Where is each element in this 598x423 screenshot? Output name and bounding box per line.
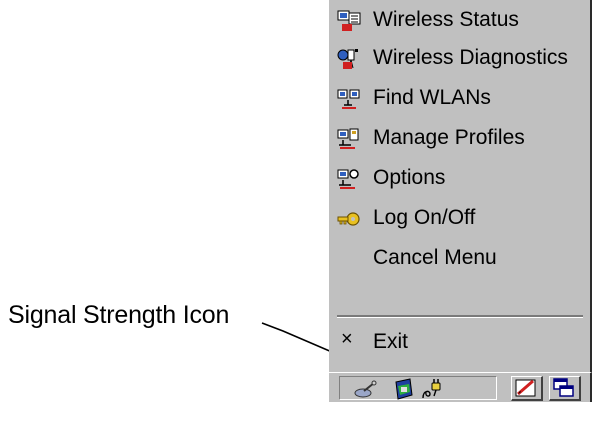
input-panel-button[interactable]: [511, 376, 543, 401]
options-icon: [337, 169, 359, 189]
wireless-context-menu: Wireless Status Wireless Diagnostics Fin…: [329, 0, 592, 372]
wireless-status-icon: [337, 10, 361, 31]
input-panel-icon: [515, 379, 536, 397]
menu-item-label: Find WLANs: [373, 86, 491, 109]
wireless-diagnostics-icon: [337, 49, 358, 69]
taskbar: [329, 372, 592, 402]
switch-windows-button[interactable]: [549, 376, 581, 401]
network-icon[interactable]: [354, 378, 378, 400]
menu-item-label: Exit: [373, 330, 409, 353]
menu-item-label: Log On/Off: [373, 206, 476, 229]
system-tray: [339, 376, 497, 400]
menu-item-label: Manage Profiles: [373, 126, 525, 149]
menu-item-find-wlans[interactable]: Find WLANs: [329, 80, 589, 116]
menu-item-exit[interactable]: × Exit: [329, 324, 589, 360]
manage-profiles-icon: [337, 128, 359, 149]
power-plug-icon[interactable]: [420, 378, 444, 400]
menu-item-wireless-status[interactable]: Wireless Status: [329, 2, 589, 38]
menu-item-label: Options: [373, 166, 446, 189]
menu-item-label: Cancel Menu: [373, 246, 497, 269]
menu-item-label: Wireless Status: [373, 8, 519, 31]
key-icon: [337, 212, 360, 226]
menu-separator: [337, 315, 583, 318]
switch-windows-icon: [553, 378, 574, 397]
signal-strength-icon[interactable]: [392, 378, 416, 400]
menu-item-log-on-off[interactable]: Log On/Off: [329, 200, 589, 236]
menu-item-options[interactable]: Options: [329, 160, 589, 196]
signal-strength-callout-label: Signal Strength Icon: [8, 301, 230, 329]
menu-item-label: Wireless Diagnostics: [373, 46, 568, 69]
menu-item-manage-profiles[interactable]: Manage Profiles: [329, 120, 589, 156]
menu-item-cancel-menu[interactable]: Cancel Menu: [329, 240, 589, 276]
menu-item-wireless-diagnostics[interactable]: Wireless Diagnostics: [329, 40, 589, 76]
find-wlans-icon: [337, 89, 360, 109]
exit-x-icon: ×: [341, 328, 353, 350]
